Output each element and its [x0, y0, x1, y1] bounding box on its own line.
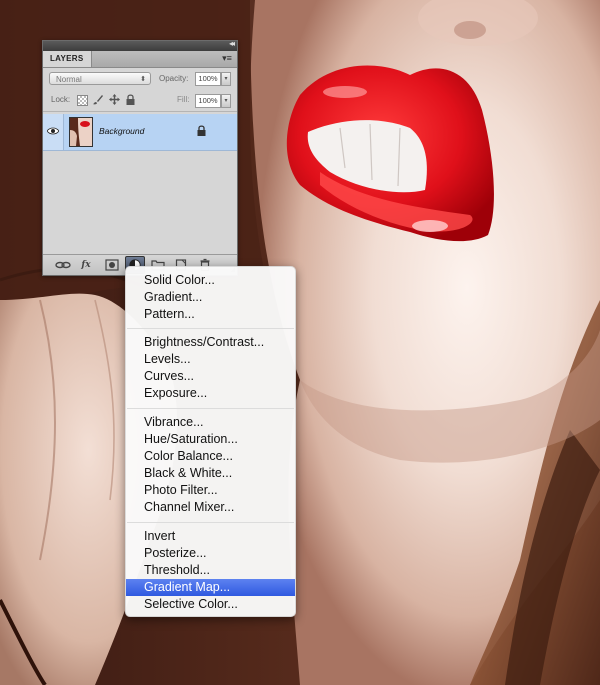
chevron-updown-icon: ⬍ [140, 76, 146, 83]
lock-all-icon[interactable] [125, 94, 136, 105]
panel-titlebar[interactable]: ◂◂ [43, 39, 237, 51]
collapse-panel-icon[interactable]: ◂◂ [229, 39, 235, 48]
menu-item-exposure[interactable]: Exposure... [126, 385, 295, 402]
layer-list: Background [43, 112, 237, 254]
layer-thumbnail[interactable] [69, 117, 93, 147]
menu-item-gradient-map[interactable]: Gradient Map... [126, 579, 295, 596]
opacity-label: Opacity: [159, 74, 189, 83]
lock-label: Lock: [51, 95, 71, 104]
menu-item-levels[interactable]: Levels... [126, 351, 295, 368]
menu-item-color-balance[interactable]: Color Balance... [126, 448, 295, 465]
menu-item-brightness-contrast[interactable]: Brightness/Contrast... [126, 334, 295, 351]
lock-row: Lock: Fill: 100% ▾ [43, 90, 237, 112]
layer-mask-icon[interactable] [105, 258, 119, 272]
eye-icon [47, 127, 59, 135]
menu-item-pattern[interactable]: Pattern... [126, 306, 295, 323]
tab-layers[interactable]: LAYERS [43, 51, 92, 67]
opacity-input[interactable]: 100% [195, 72, 221, 86]
opacity-stepper[interactable]: ▾ [221, 72, 231, 86]
menu-item-curves[interactable]: Curves... [126, 368, 295, 385]
fill-input[interactable]: 100% [195, 94, 221, 108]
menu-item-vibrance[interactable]: Vibrance... [126, 414, 295, 431]
menu-item-invert[interactable]: Invert [126, 528, 295, 545]
layer-visibility-toggle[interactable] [43, 114, 64, 150]
blend-mode-select[interactable]: Normal ⬍ [49, 72, 151, 85]
lock-position-icon[interactable] [109, 94, 120, 105]
layer-row-background[interactable]: Background [43, 114, 237, 151]
blend-row: Normal ⬍ Opacity: 100% ▾ [43, 68, 237, 90]
lock-image-pixels-icon[interactable] [93, 94, 104, 105]
adjustment-layer-menu: Solid Color... Gradient... Pattern... Br… [125, 266, 296, 617]
menu-separator [127, 408, 294, 409]
menu-item-hue-saturation[interactable]: Hue/Saturation... [126, 431, 295, 448]
blend-mode-value: Normal [56, 75, 82, 84]
menu-item-photo-filter[interactable]: Photo Filter... [126, 482, 295, 499]
menu-separator [127, 522, 294, 523]
fx-icon[interactable]: fx [79, 258, 93, 272]
layer-name[interactable]: Background [99, 126, 144, 136]
fill-stepper[interactable]: ▾ [221, 94, 231, 108]
layer-lock-icon [197, 125, 206, 136]
menu-item-posterize[interactable]: Posterize... [126, 545, 295, 562]
menu-item-selective-color[interactable]: Selective Color... [126, 596, 295, 613]
lock-transparent-pixels-icon[interactable] [77, 95, 88, 106]
fill-label: Fill: [177, 95, 190, 104]
menu-item-solid-color[interactable]: Solid Color... [126, 272, 295, 289]
menu-separator [127, 328, 294, 329]
layers-panel: ◂◂ LAYERS ▾≡ Normal ⬍ Opacity: 100% ▾ Lo… [42, 39, 238, 276]
panel-tab-row: LAYERS ▾≡ [43, 51, 237, 68]
menu-item-channel-mixer[interactable]: Channel Mixer... [126, 499, 295, 516]
link-layers-icon[interactable] [55, 258, 71, 272]
menu-item-threshold[interactable]: Threshold... [126, 562, 295, 579]
menu-item-black-white[interactable]: Black & White... [126, 465, 295, 482]
menu-item-gradient[interactable]: Gradient... [126, 289, 295, 306]
panel-menu-icon[interactable]: ▾≡ [221, 53, 233, 64]
